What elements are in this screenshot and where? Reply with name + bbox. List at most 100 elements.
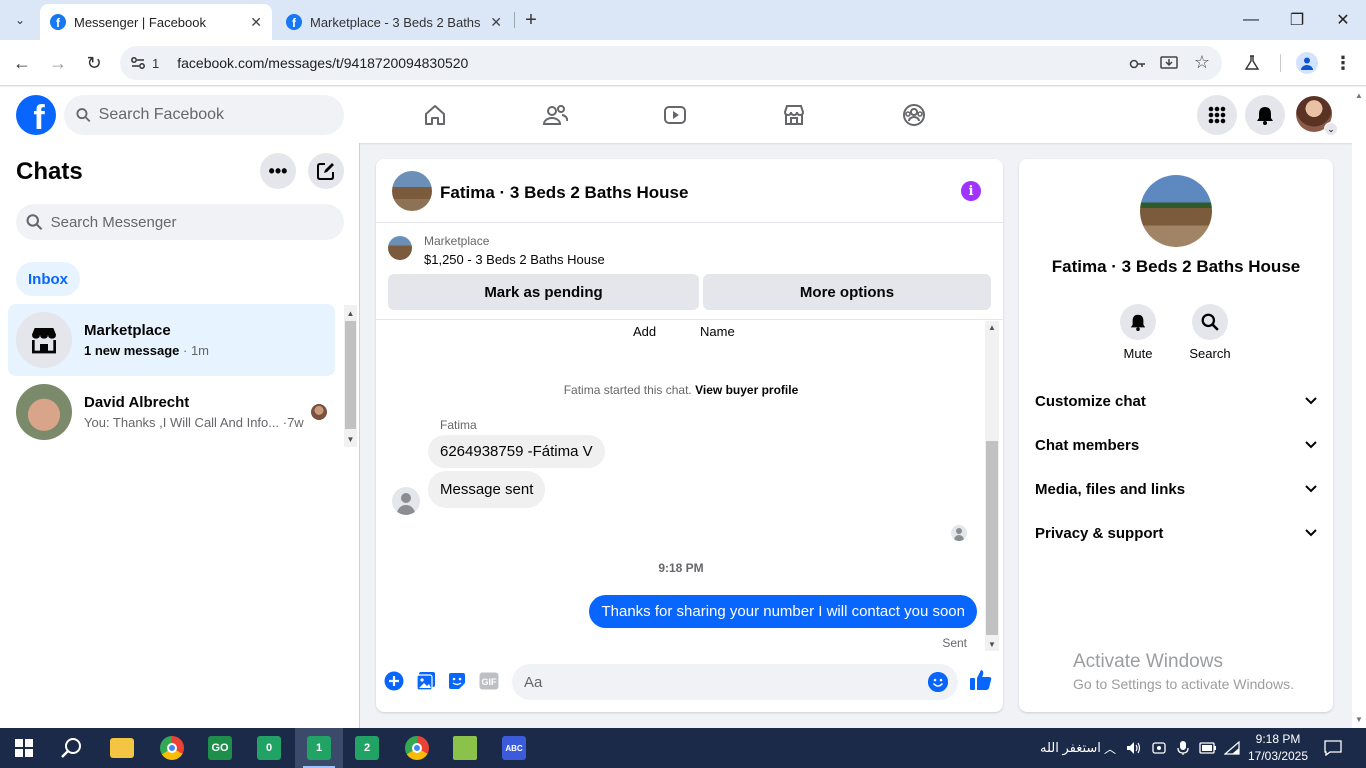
mark-as-pending-button[interactable]: Mark as pending	[388, 274, 699, 310]
browser-profile-icon[interactable]	[1296, 52, 1318, 74]
thread-scrollbar[interactable]: ▲ ▼	[985, 321, 999, 651]
bookmark-star-icon[interactable]: ☆	[1193, 52, 1211, 72]
tab-search-dropdown[interactable]: ⌄	[8, 8, 32, 32]
labs-flask-icon[interactable]	[1241, 52, 1263, 74]
minimize-button[interactable]: —	[1228, 6, 1274, 34]
address-bar[interactable]: 1 facebook.com/messages/t/94187200948305…	[120, 46, 1222, 80]
outgoing-message[interactable]: Thanks for sharing your number I will co…	[589, 595, 977, 628]
wifi-icon[interactable]	[1224, 728, 1240, 768]
chats-scrollbar[interactable]: ▲ ▼	[344, 305, 357, 447]
forward-button[interactable]: →	[45, 50, 71, 76]
profile-avatar[interactable]: ⌄	[1296, 96, 1338, 136]
mute-button[interactable]: Mute	[1108, 304, 1168, 361]
conversation-title[interactable]: Fatima · 3 Beds 2 Baths House	[440, 183, 688, 203]
notifications-icon[interactable]	[1324, 728, 1342, 768]
chrome-icon[interactable]	[393, 728, 441, 768]
menu-grid-icon[interactable]	[1197, 95, 1237, 135]
groups-icon[interactable]	[900, 101, 928, 129]
microphone-icon[interactable]	[1176, 728, 1190, 768]
reload-button[interactable]: ↻	[81, 50, 107, 76]
facebook-search-input[interactable]	[98, 106, 344, 124]
taskbar-app-1[interactable]: 1	[295, 728, 343, 768]
tab-messenger[interactable]: f Messenger | Facebook ✕	[40, 4, 272, 40]
scroll-down-arrow[interactable]: ▼	[988, 640, 996, 649]
show-hidden-icons[interactable]: ︿	[1104, 728, 1116, 768]
install-app-icon[interactable]	[1160, 54, 1178, 72]
volume-icon[interactable]	[1126, 728, 1142, 768]
photo-icon[interactable]	[415, 670, 437, 692]
sender-avatar[interactable]	[392, 487, 420, 515]
scrollbar-thumb[interactable]	[345, 321, 356, 429]
chats-options-button[interactable]: •••	[260, 153, 296, 189]
chat-members-section[interactable]: Chat members	[1035, 427, 1317, 463]
tray-arabic-text[interactable]: استغفر الله	[1040, 728, 1101, 768]
chrome-profile-icon[interactable]	[148, 728, 196, 768]
messenger-search-box[interactable]	[16, 204, 344, 240]
tab-marketplace[interactable]: f Marketplace - 3 Beds 2 Baths H ✕	[276, 4, 512, 40]
listing-title[interactable]: $1,250 - 3 Beds 2 Baths House	[424, 252, 605, 267]
message-input[interactable]	[524, 673, 918, 691]
gameloop-icon[interactable]: GO	[196, 728, 244, 768]
scroll-up-arrow[interactable]: ▲	[344, 307, 357, 319]
gif-icon[interactable]: GIF	[478, 670, 500, 692]
media-files-links-section[interactable]: Media, files and links	[1035, 471, 1317, 507]
page-scrollbar[interactable]: ▲ ▼	[1352, 87, 1366, 728]
message-input-box[interactable]	[512, 664, 958, 700]
taskbar-app-2[interactable]: 2	[343, 728, 391, 768]
tab-close-icon[interactable]: ✕	[490, 14, 502, 31]
notepad-icon[interactable]	[441, 728, 489, 768]
scroll-up-arrow[interactable]: ▲	[988, 323, 996, 332]
video-icon[interactable]	[661, 101, 689, 129]
customize-chat-section[interactable]: Customize chat	[1035, 383, 1317, 419]
new-message-button[interactable]	[308, 153, 344, 189]
abc-app-icon[interactable]: ABC	[490, 728, 538, 768]
home-icon[interactable]	[421, 101, 449, 129]
taskbar-search-icon[interactable]	[48, 728, 96, 768]
file-explorer-icon[interactable]	[98, 728, 146, 768]
taskbar-clock[interactable]: 9:18 PM 17/03/2025	[1246, 731, 1310, 765]
chat-item-david-albrecht[interactable]: David Albrecht You: Thanks ,I Will Call …	[8, 376, 335, 448]
search-in-chat-button[interactable]: Search	[1180, 304, 1240, 361]
listing-thumbnail[interactable]	[388, 236, 412, 260]
incoming-message[interactable]: 6264938759 -Fátima V	[428, 435, 605, 468]
sticker-icon[interactable]	[446, 670, 468, 692]
info-icon[interactable]: i	[961, 181, 981, 201]
new-tab-button[interactable]: +	[520, 8, 542, 32]
notifications-bell-icon[interactable]	[1245, 95, 1285, 135]
scroll-down-arrow[interactable]: ▼	[344, 433, 357, 445]
browser-menu-icon[interactable]: ⋮	[1332, 52, 1354, 74]
add-attachment-icon[interactable]	[383, 670, 405, 692]
site-info-button[interactable]: 1	[130, 56, 169, 71]
like-thumb-icon[interactable]	[969, 668, 993, 692]
name-label[interactable]: Name	[700, 324, 735, 339]
taskbar-app-0[interactable]: 0	[245, 728, 293, 768]
conversation-avatar[interactable]	[392, 171, 432, 211]
tab-close-icon[interactable]: ✕	[250, 14, 262, 31]
more-options-button[interactable]: More options	[703, 274, 991, 310]
facebook-search-box[interactable]	[64, 95, 344, 135]
scroll-up-arrow[interactable]: ▲	[1355, 91, 1363, 100]
privacy-support-section[interactable]: Privacy & support	[1035, 515, 1317, 551]
battery-icon[interactable]	[1199, 728, 1217, 768]
incoming-message[interactable]: Message sent	[428, 471, 546, 508]
marketplace-icon[interactable]	[780, 101, 808, 129]
messenger-search-input[interactable]	[50, 213, 344, 231]
scrollbar-thumb[interactable]	[986, 441, 998, 635]
chat-profile-name: Fatima · 3 Beds 2 Baths House	[1051, 257, 1301, 276]
password-key-icon[interactable]	[1129, 55, 1147, 73]
chat-item-marketplace[interactable]: Marketplace 1 new message · 1m	[8, 304, 335, 376]
emoji-icon[interactable]	[928, 672, 948, 692]
windows-start-icon[interactable]	[0, 728, 48, 768]
add-label[interactable]: Add	[633, 324, 656, 339]
view-buyer-profile-link[interactable]: View buyer profile	[695, 383, 798, 397]
meet-now-icon[interactable]	[1151, 728, 1167, 768]
friends-icon[interactable]	[541, 101, 569, 129]
restore-button[interactable]: ❐	[1274, 6, 1320, 34]
inbox-filter-tab[interactable]: Inbox	[16, 262, 80, 296]
close-window-button[interactable]: ✕	[1320, 6, 1366, 34]
facebook-favicon-icon: f	[286, 14, 302, 30]
facebook-logo[interactable]: f	[16, 95, 56, 135]
back-button[interactable]: ←	[9, 50, 35, 76]
chat-profile-avatar[interactable]	[1140, 175, 1212, 247]
scroll-down-arrow[interactable]: ▼	[1355, 715, 1363, 724]
